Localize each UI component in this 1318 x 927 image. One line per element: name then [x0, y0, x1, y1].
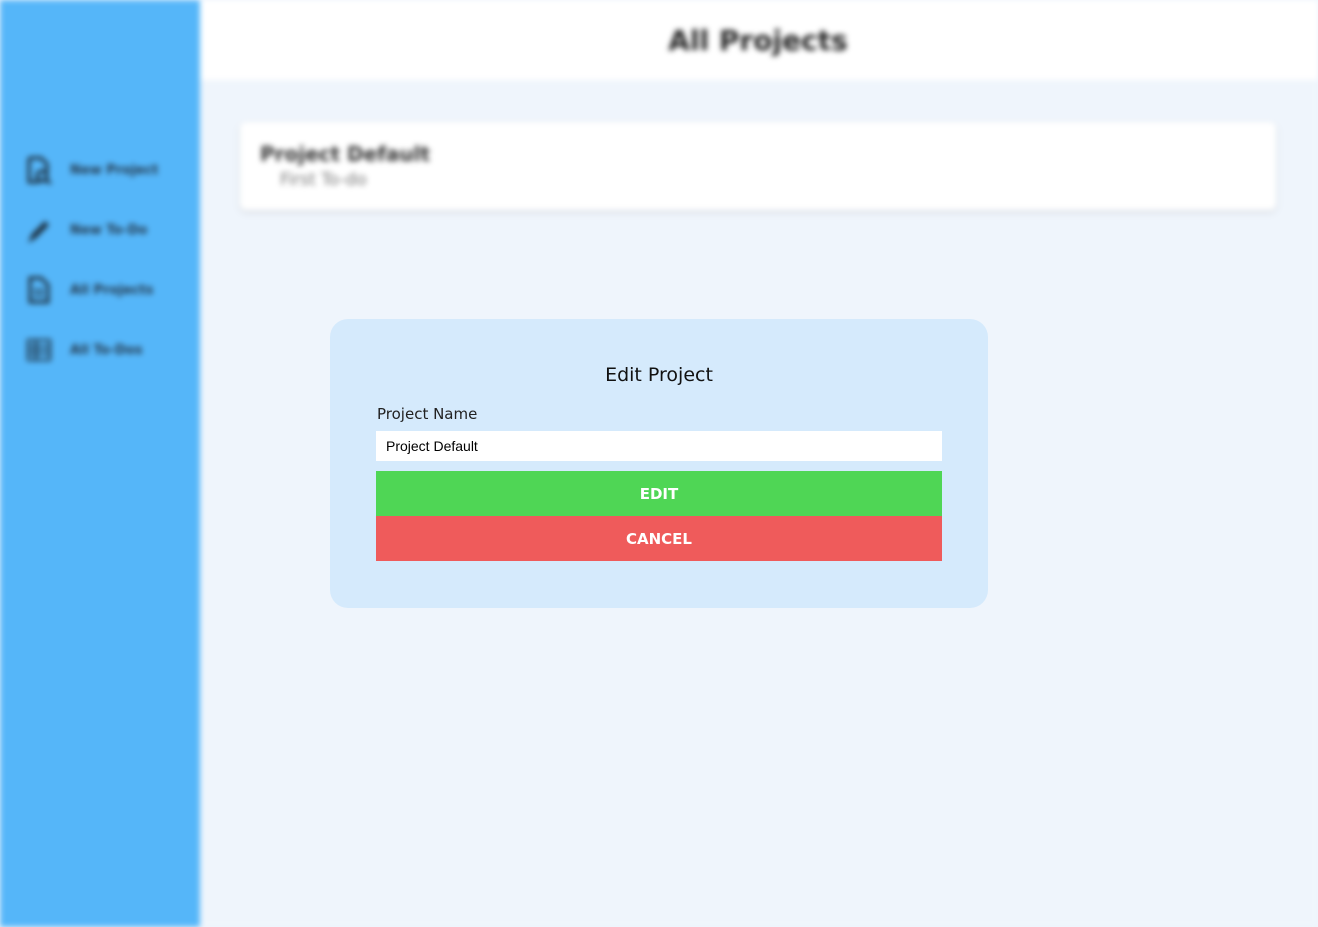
sidebar-item-all-projects[interactable]: All Projects — [26, 275, 153, 305]
sidebar-item-label: All To-Dos — [70, 342, 143, 358]
sidebar-item-label: New To-Do — [70, 222, 148, 238]
project-name-input[interactable] — [376, 431, 942, 461]
modal-title: Edit Project — [605, 364, 713, 386]
new-project-icon — [26, 156, 52, 186]
project-todo-item[interactable]: First To-do — [280, 170, 367, 190]
page-title: All Projects — [668, 23, 848, 57]
sidebar-item-label: New Project — [70, 162, 159, 178]
sidebar-item-all-todos[interactable]: All To-Dos — [26, 335, 142, 365]
document-icon — [26, 276, 52, 304]
project-title: Project Default — [260, 142, 431, 166]
edit-button[interactable]: EDIT — [376, 471, 942, 516]
sidebar-item-label: All Projects — [70, 282, 154, 298]
cancel-button[interactable]: CANCEL — [376, 516, 942, 561]
page-header: All Projects — [200, 0, 1318, 80]
pencil-icon — [26, 216, 52, 244]
list-icon — [26, 336, 52, 364]
sidebar-item-new-project[interactable]: New Project — [26, 155, 159, 186]
app-root: New Project New To-Do All Projects All T… — [0, 0, 1318, 927]
project-card[interactable]: Project Default First To-do — [240, 122, 1276, 210]
sidebar-item-new-todo[interactable]: New To-Do — [26, 215, 147, 245]
project-name-label: Project Name — [377, 405, 478, 423]
edit-project-modal: Edit Project Project Name EDIT CANCEL — [330, 319, 988, 608]
sidebar: New Project New To-Do All Projects All T… — [0, 0, 200, 927]
